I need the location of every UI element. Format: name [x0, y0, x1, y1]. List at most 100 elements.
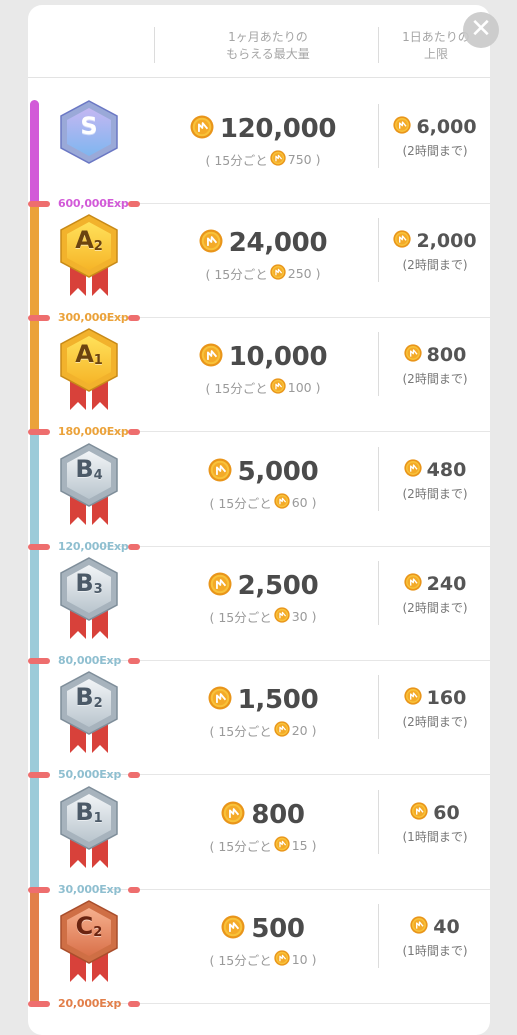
per-15min-label: ( 15分ごと: [205, 267, 268, 282]
coin-icon: [274, 607, 290, 626]
coin-icon: [208, 686, 232, 714]
rank-row: A2 24,000( 15分ごと 250) 2,000 (2時間まで) 300,000Ex…: [28, 204, 490, 324]
per-15min-amount: ( 15分ごと 20): [148, 721, 378, 740]
monthly-max-value: 10,000: [228, 342, 328, 372]
monthly-max-amount: 10,000: [148, 342, 378, 372]
daily-limit-amount: 6,000: [380, 116, 490, 138]
close-button[interactable]: ✕: [463, 12, 499, 48]
row-divider: [98, 774, 490, 775]
daily-time-limit: (1時間まで): [402, 944, 468, 958]
coin-icon: [404, 687, 422, 709]
rank-badge-icon: A1: [56, 326, 122, 412]
daily-time-limit: (2時間まで): [402, 258, 468, 272]
per-15min-close: ): [311, 609, 317, 624]
column-divider: [378, 332, 379, 396]
close-icon: ✕: [470, 14, 492, 44]
rank-row: C2 500 ( 15分ごと 10) 40 (1時間まで) 20,000Exp: [28, 890, 490, 1010]
daily-time-limit: (1時間まで): [402, 830, 468, 844]
rank-row: B3 2,500( 15分ごと 30) 240 (2時間まで) 80,000Exp: [28, 547, 490, 667]
rank-letter: B: [75, 798, 94, 826]
daily-limit-value: 240: [426, 573, 467, 595]
coin-icon: [190, 115, 214, 143]
per-15min-label: ( 15分ごと: [209, 496, 272, 511]
per-15min-close: ): [311, 495, 317, 510]
per-15min-value: 20: [291, 723, 308, 738]
per-15min-value: 60: [291, 495, 308, 510]
rank-subnumber: 3: [93, 582, 103, 597]
per-15min-close: ): [311, 723, 317, 738]
daily-limit-value: 160: [426, 687, 467, 709]
rank-badge-icon: S: [56, 98, 122, 184]
monthly-max-amount: 2,500: [148, 571, 378, 601]
rank-letter: B: [75, 569, 94, 597]
per-15min-label: ( 15分ごと: [205, 381, 268, 396]
column-divider: [378, 104, 379, 168]
rank-letter: C: [75, 912, 94, 940]
coin-icon: [199, 229, 223, 257]
per-15min-amount: ( 15分ごと 100): [148, 378, 378, 397]
per-15min-value: 10: [291, 952, 308, 967]
rank-subnumber: 2: [93, 925, 103, 940]
rank-letter: A: [75, 340, 94, 368]
daily-limit-value: 800: [426, 344, 467, 366]
per-15min-value: 15: [291, 838, 308, 853]
coin-icon: [410, 916, 428, 938]
daily-time-limit: (2時間まで): [402, 372, 468, 386]
rank-letter: A: [75, 226, 94, 254]
header-divider: [378, 27, 379, 63]
per-15min-close: ): [315, 152, 321, 167]
coin-icon: [274, 950, 290, 969]
exp-tick: [28, 1001, 50, 1007]
per-15min-value: 100: [287, 380, 312, 395]
daily-limit-amount: 160: [380, 687, 490, 709]
rank-subnumber: 1: [93, 353, 103, 368]
per-15min-amount: ( 15分ごと 60): [148, 493, 378, 512]
coin-icon: [270, 150, 286, 169]
per-15min-label: ( 15分ごと: [209, 839, 272, 854]
coin-icon: [404, 344, 422, 366]
column-divider: [378, 218, 379, 282]
per-15min-amount: ( 15分ごと 15): [148, 836, 378, 855]
daily-limit-value: 480: [426, 459, 467, 481]
daily-limit-value: 6,000: [416, 116, 477, 138]
rank-badge-icon: B4: [56, 441, 122, 527]
daily-time-limit: (2時間まで): [402, 601, 468, 615]
rank-row: B4 5,000( 15分ごと 60) 480 (2時間まで) 120,000Exp: [28, 433, 490, 553]
rank-badge-icon: A2: [56, 212, 122, 298]
monthly-max-value: 500: [251, 914, 305, 944]
per-15min-label: ( 15分ごと: [209, 724, 272, 739]
monthly-max-value: 1,500: [237, 685, 319, 715]
rank-subnumber: 4: [93, 468, 103, 483]
monthly-header-line1: 1ヶ月あたりの: [228, 30, 308, 44]
row-divider: [98, 1003, 490, 1004]
coin-icon: [393, 116, 412, 138]
rank-row: S 120,000( 15分ごと 750) 6,000 (2時間まで) 600,000Ex…: [28, 90, 490, 210]
monthly-max-amount: 24,000: [148, 228, 378, 258]
coin-icon: [410, 802, 428, 824]
rank-row: A1 10,000( 15分ごと 100) 800 (2時間まで) 180,000Exp: [28, 318, 490, 438]
daily-limit-amount: 2,000: [380, 230, 490, 252]
monthly-max-amount: 120,000: [148, 114, 378, 144]
daily-time-limit: (2時間まで): [402, 487, 468, 501]
per-15min-label: ( 15分ごと: [209, 610, 272, 625]
per-15min-close: ): [315, 266, 321, 281]
monthly-max-value: 120,000: [219, 114, 337, 144]
rank-subnumber: 1: [93, 811, 103, 826]
monthly-max-amount: 5,000: [148, 457, 378, 487]
per-15min-amount: ( 15分ごと 30): [148, 607, 378, 626]
column-divider: [378, 447, 379, 511]
daily-time-limit: (2時間まで): [402, 715, 468, 729]
rank-badge-icon: B2: [56, 669, 122, 755]
per-15min-close: ): [311, 838, 317, 853]
daily-time-limit: (2時間まで): [402, 144, 468, 158]
monthly-max-value: 800: [251, 800, 305, 830]
daily-limit-amount: 60: [380, 802, 490, 824]
table-header: 1ヶ月あたりの もらえる最大量 1日あたりの 上限: [28, 5, 490, 78]
coin-icon: [199, 343, 223, 371]
monthly-max-amount: 500: [148, 914, 378, 944]
column-divider: [378, 790, 379, 854]
rank-badge-icon: B1: [56, 784, 122, 870]
coin-icon: [221, 801, 245, 829]
coin-icon: [270, 378, 286, 397]
column-divider: [378, 675, 379, 739]
